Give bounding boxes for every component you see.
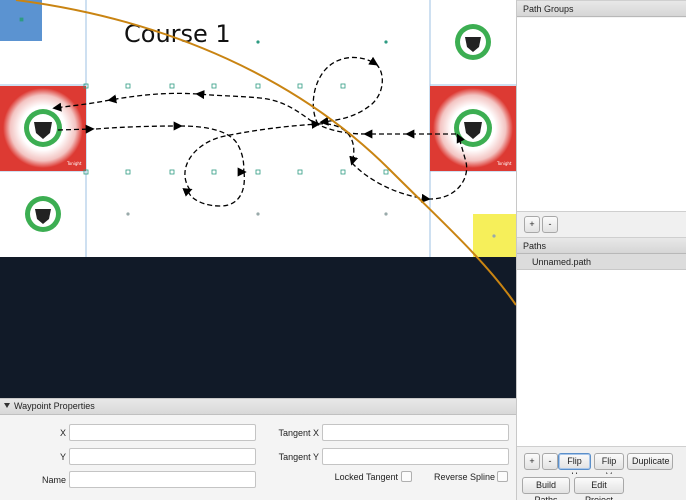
paths-list[interactable]: Unnamed.path bbox=[517, 254, 686, 446]
field-drawing[interactable]: Tonight Tonight bbox=[0, 0, 516, 398]
tangent-y-field[interactable] bbox=[322, 448, 509, 465]
tangent-y-label: Tangent Y bbox=[278, 452, 319, 462]
waypoint-properties-title: Waypoint Properties bbox=[14, 401, 95, 411]
duplicate-button[interactable]: Duplicate bbox=[627, 453, 673, 470]
svg-text:Tonight: Tonight bbox=[496, 161, 512, 166]
x-label: X bbox=[59, 428, 66, 438]
remove-group-button[interactable]: - bbox=[542, 216, 558, 233]
paths-header: Paths bbox=[517, 237, 686, 254]
tangent-x-label: Tangent X bbox=[278, 428, 319, 438]
x-field[interactable] bbox=[69, 424, 256, 441]
project-actions: Build Paths Edit Project bbox=[517, 474, 686, 500]
reverse-spline-label: Reverse Spline bbox=[433, 472, 495, 482]
edit-project-button[interactable]: Edit Project bbox=[574, 477, 624, 500]
app-window: Course 1 Tonight Tonight Path Groups + -… bbox=[0, 0, 686, 500]
add-path-button[interactable]: + bbox=[524, 453, 540, 470]
svg-text:Tonight: Tonight bbox=[66, 161, 82, 166]
logo-top-right bbox=[455, 24, 491, 60]
path-actions: + - Flip H Flip V Duplicate bbox=[517, 446, 686, 481]
build-paths-button[interactable]: Build Paths bbox=[522, 477, 570, 500]
path-list-item[interactable]: Unnamed.path bbox=[517, 254, 686, 270]
name-label: Name bbox=[41, 475, 66, 485]
path-groups-list[interactable] bbox=[517, 18, 686, 211]
name-field[interactable] bbox=[69, 471, 256, 488]
flip-vertical-button[interactable]: Flip V bbox=[594, 453, 624, 481]
right-panel: Path Groups + - Paths Unnamed.path + - F… bbox=[516, 0, 686, 500]
path-groups-header: Path Groups bbox=[517, 0, 686, 17]
locked-tangent-label: Locked Tangent bbox=[334, 472, 398, 482]
logo-bottom-left bbox=[25, 196, 61, 232]
reverse-spline-checkbox[interactable] bbox=[497, 471, 508, 482]
y-field[interactable] bbox=[69, 448, 256, 465]
collapse-caret-icon[interactable] bbox=[4, 403, 10, 408]
tangent-x-field[interactable] bbox=[322, 424, 509, 441]
flip-horizontal-button[interactable]: Flip H bbox=[558, 453, 591, 481]
remove-path-button[interactable]: - bbox=[542, 453, 558, 470]
red-zone-right: Tonight bbox=[430, 86, 516, 171]
waypoint-properties-header[interactable]: Waypoint Properties bbox=[0, 399, 516, 415]
add-group-button[interactable]: + bbox=[524, 216, 540, 233]
waypoint-properties-panel: Waypoint Properties X Y Name Tangent X T… bbox=[0, 398, 516, 500]
path-groups-controls: + - bbox=[517, 211, 686, 237]
y-label: Y bbox=[59, 452, 66, 462]
red-zone-left: Tonight bbox=[0, 86, 86, 171]
locked-tangent-checkbox[interactable] bbox=[401, 471, 412, 482]
field-canvas[interactable]: Course 1 Tonight Tonight bbox=[0, 0, 516, 398]
